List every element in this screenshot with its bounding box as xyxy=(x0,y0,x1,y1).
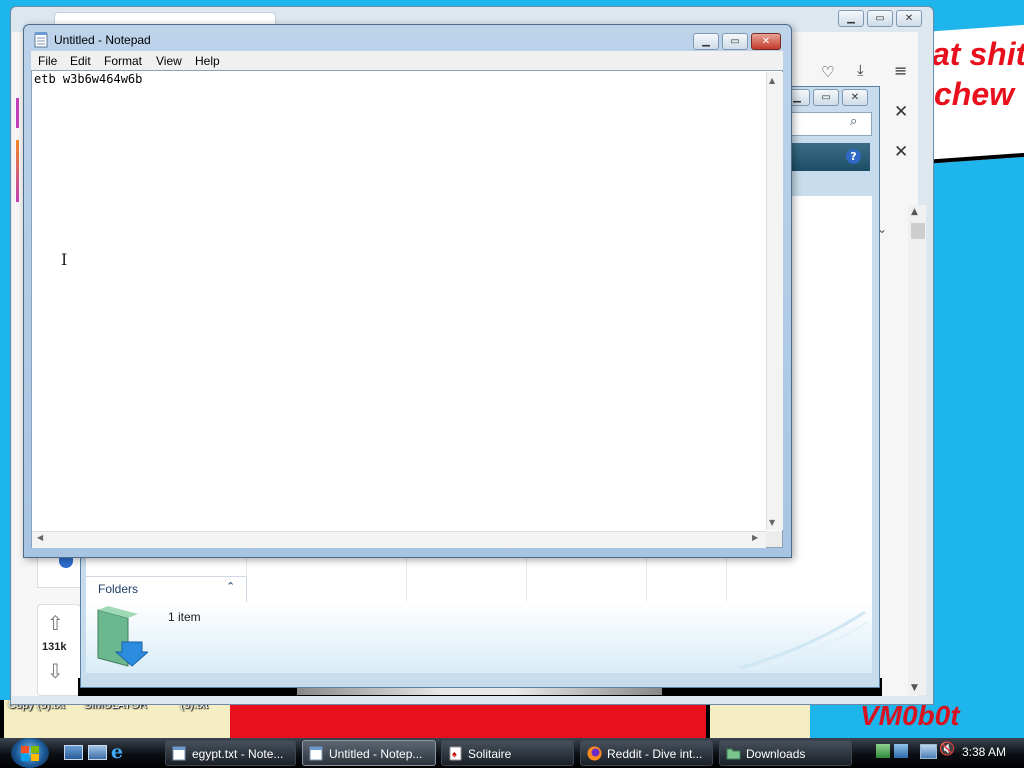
scroll-down-icon[interactable]: ▼ xyxy=(769,518,775,527)
close-icon[interactable]: ✕ xyxy=(894,102,908,122)
scroll-up-icon[interactable]: ▲ xyxy=(911,207,918,217)
taskbar-item-egypt[interactable]: egypt.txt - Note... xyxy=(165,740,296,766)
column-divider xyxy=(406,555,407,601)
browser-close-button[interactable]: ✕ xyxy=(896,10,922,27)
firefox-icon xyxy=(587,746,602,761)
menu-view[interactable]: View xyxy=(156,54,182,68)
notepad-text-area[interactable] xyxy=(31,70,783,548)
menu-edit[interactable]: Edit xyxy=(70,54,91,68)
taskbar-item-label: Solitaire xyxy=(468,747,512,761)
scroll-left-icon[interactable]: ◀ xyxy=(37,533,43,542)
notepad-title: Untitled - Notepad xyxy=(54,33,151,47)
svg-text:♠: ♠ xyxy=(452,749,457,759)
text-cursor-icon: I xyxy=(61,250,68,269)
taskbar-item-solitaire[interactable]: ♠ Solitaire xyxy=(441,740,574,766)
notepad-close-button[interactable]: ✕ xyxy=(751,33,781,50)
details-swoosh-decoration xyxy=(740,610,869,670)
folders-label: Folders xyxy=(98,582,139,596)
notepad-horizontal-scrollbar[interactable] xyxy=(32,531,766,548)
taskbar-item-label: egypt.txt - Note... xyxy=(192,747,284,761)
show-desktop-icon[interactable] xyxy=(64,745,83,760)
network-icon[interactable] xyxy=(920,744,937,759)
internet-explorer-icon[interactable]: e xyxy=(111,741,123,763)
taskbar-item-label: Reddit - Dive int... xyxy=(607,747,703,761)
taskbar-item-reddit[interactable]: Reddit - Dive int... xyxy=(580,740,713,766)
upvote-arrow-icon[interactable]: ⇧ xyxy=(47,611,64,635)
folder-icon xyxy=(726,748,741,760)
notepad-minimize-button[interactable]: ▁ xyxy=(693,33,719,50)
help-icon[interactable]: ? xyxy=(846,149,861,164)
wallpaper-cream-right xyxy=(706,700,810,740)
scroll-right-icon[interactable]: ▶ xyxy=(752,533,758,542)
explorer-close-button[interactable]: ✕ xyxy=(842,89,868,106)
menu-file[interactable]: File xyxy=(38,54,57,68)
meme-text-line2: chew xyxy=(934,76,1015,112)
notepad-content[interactable]: etb w3b6w464w6b xyxy=(34,72,142,86)
taskbar-item-untitled[interactable]: Untitled - Notep... xyxy=(302,740,436,766)
column-divider xyxy=(726,555,727,601)
sidebar-accent xyxy=(16,98,19,128)
close-icon[interactable]: ✕ xyxy=(894,142,908,162)
download-icon[interactable]: ⤓ xyxy=(857,61,864,79)
scroll-down-icon[interactable]: ▼ xyxy=(911,683,918,693)
meme-text-line1: at shit xyxy=(932,36,1024,72)
notepad-icon xyxy=(172,746,186,761)
taskbar-clock[interactable]: 3:38 AM xyxy=(962,745,1006,759)
switch-windows-icon[interactable] xyxy=(88,745,107,760)
size-grip[interactable] xyxy=(766,531,782,547)
taskbar-item-label: Downloads xyxy=(746,747,806,761)
tray-app-icon[interactable] xyxy=(894,744,908,758)
column-divider xyxy=(526,555,527,601)
browser-maximize-button[interactable]: ▭ xyxy=(867,10,893,27)
details-item-count: 1 item xyxy=(168,610,201,624)
downvote-arrow-icon[interactable]: ⇩ xyxy=(47,659,64,683)
menu-format[interactable]: Format xyxy=(104,54,142,68)
browser-minimize-button[interactable]: ▁ xyxy=(838,10,864,27)
volume-muted-icon[interactable]: 🔇 xyxy=(939,742,955,757)
taskbar-item-downloads[interactable]: Downloads xyxy=(719,740,852,766)
taskbar-item-label: Untitled - Notep... xyxy=(329,747,423,761)
notepad-maximize-button[interactable]: ▭ xyxy=(722,33,748,50)
chevron-up-icon[interactable]: ⌃ xyxy=(226,580,235,593)
notepad-icon xyxy=(309,746,323,761)
solitaire-icon: ♠ xyxy=(449,746,462,761)
downloads-folder-icon xyxy=(97,606,148,667)
search-icon[interactable]: ⌕ xyxy=(850,114,857,129)
notepad-vertical-scrollbar[interactable] xyxy=(766,72,783,530)
wallpaper-red-band xyxy=(230,700,710,740)
pocket-icon[interactable]: ♡ xyxy=(821,63,834,81)
menu-help[interactable]: Help xyxy=(195,54,220,68)
menu-icon[interactable]: ≡ xyxy=(894,61,907,80)
browser-scrollbar[interactable] xyxy=(908,205,926,695)
notepad-menubar xyxy=(31,51,783,70)
column-divider xyxy=(646,555,647,601)
browser-scrollbar-thumb[interactable] xyxy=(911,223,925,239)
notepad-icon xyxy=(34,32,48,48)
scroll-up-icon[interactable]: ▲ xyxy=(769,76,775,85)
vote-count: 131k xyxy=(42,641,67,653)
sidebar-accent xyxy=(16,140,19,202)
tray-app-icon[interactable] xyxy=(876,744,890,758)
explorer-search-input[interactable] xyxy=(788,112,872,136)
explorer-maximize-button[interactable]: ▭ xyxy=(813,89,839,106)
windows-logo-icon xyxy=(21,746,39,761)
